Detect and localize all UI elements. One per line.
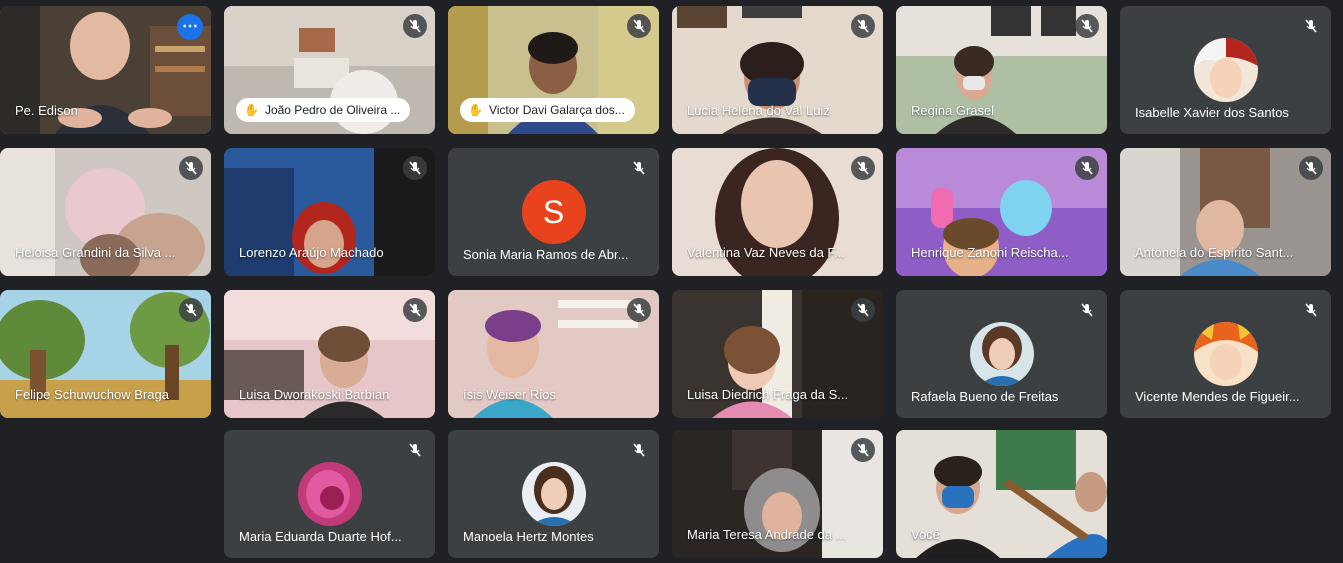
participant-tile[interactable]: Heloisa Grandini da Silva ...	[0, 148, 211, 276]
muted-mic-icon	[851, 156, 875, 180]
participant-name: Sonia Maria Ramos de Abr...	[463, 247, 629, 262]
participant-tile[interactable]: Lorenzo Araújo Machado	[224, 148, 435, 276]
participant-tile[interactable]: ✋ Victor Davi Galarça dos...	[448, 6, 659, 134]
participant-name: Pe. Edison	[15, 103, 78, 118]
participant-tile[interactable]: ✋ João Pedro de Oliveira ...	[224, 6, 435, 134]
participant-name: Heloisa Grandini da Silva ...	[15, 245, 176, 260]
participant-tile[interactable]: Felipe Schuwuchow Braga	[0, 290, 211, 418]
participant-tile[interactable]: Maria Eduarda Duarte Hof...	[224, 430, 435, 558]
participant-name: Valentina Vaz Neves da F...	[687, 245, 845, 260]
avatar: S	[521, 180, 586, 244]
participant-tile[interactable]: Luisa Dworakoski Barbian	[224, 290, 435, 418]
avatar	[1193, 38, 1258, 102]
participant-name: Luisa Diedrich Fraga da S...	[687, 387, 849, 402]
more-options-button[interactable]: ⋯	[177, 14, 203, 40]
muted-mic-icon	[851, 438, 875, 462]
participant-name: ísis Weiser Rios	[463, 387, 556, 402]
participant-tile[interactable]: Antonela do Espírito Sant...	[1120, 148, 1331, 276]
raised-hand-chip: ✋ João Pedro de Oliveira ...	[236, 98, 411, 122]
participant-name: Rafaela Bueno de Freitas	[911, 389, 1059, 404]
muted-mic-icon	[851, 14, 875, 38]
participant-tile[interactable]: Maria Teresa Andrade da ...	[672, 430, 883, 558]
participant-name: Victor Davi Galarça dos...	[488, 103, 625, 117]
participant-name: Lorenzo Araújo Machado	[239, 245, 384, 260]
participant-name: Felipe Schuwuchow Braga	[15, 387, 169, 402]
avatar-initial: S	[542, 193, 565, 230]
muted-mic-icon	[627, 156, 651, 180]
avatar	[1193, 322, 1258, 386]
raised-hand-icon: ✋	[468, 103, 483, 117]
participant-tile-self[interactable]: Você	[896, 430, 1107, 558]
muted-mic-icon	[403, 14, 427, 38]
muted-mic-icon	[1299, 14, 1323, 38]
participant-tile[interactable]: Isabelle Xavier dos Santos	[1120, 6, 1331, 134]
participant-name: João Pedro de Oliveira ...	[264, 103, 401, 117]
raised-hand-chip: ✋ Victor Davi Galarça dos...	[460, 98, 635, 122]
avatar	[969, 322, 1034, 386]
participant-tile[interactable]: Vicente Mendes de Figueir...	[1120, 290, 1331, 418]
muted-mic-icon	[1075, 298, 1099, 322]
raised-hand-icon: ✋	[244, 103, 259, 117]
participant-name: Antonela do Espírito Sant...	[1135, 245, 1294, 260]
participant-name: Manoela Hertz Montes	[463, 529, 594, 544]
muted-mic-icon	[1299, 156, 1323, 180]
participant-tile[interactable]: Lucia Helena do Val Luiz	[672, 6, 883, 134]
avatar	[297, 462, 362, 526]
participant-tile[interactable]: Henrique Zanoni Reischa...	[896, 148, 1107, 276]
muted-mic-icon	[1299, 298, 1323, 322]
muted-mic-icon	[851, 298, 875, 322]
participant-name: Regina Grasel	[911, 103, 995, 118]
participant-name: Henrique Zanoni Reischa...	[911, 245, 1069, 260]
participant-name: Vicente Mendes de Figueir...	[1135, 389, 1300, 404]
participant-tile[interactable]: Luisa Diedrich Fraga da S...	[672, 290, 883, 418]
participant-tile[interactable]: ísis Weiser Rios	[448, 290, 659, 418]
participant-tile[interactable]: Rafaela Bueno de Freitas	[896, 290, 1107, 418]
muted-mic-icon	[627, 298, 651, 322]
participant-tile[interactable]: Valentina Vaz Neves da F...	[672, 148, 883, 276]
participant-tile-pe-edison[interactable]: ⋯ Pe. Edison	[0, 6, 211, 134]
muted-mic-icon	[403, 298, 427, 322]
participant-tile[interactable]: Regina Grasel	[896, 6, 1107, 134]
participant-name: Lucia Helena do Val Luiz	[687, 103, 830, 118]
participant-tile[interactable]: S Sonia Maria Ramos de Abr...	[448, 148, 659, 276]
more-dots-icon: ⋯	[182, 18, 198, 35]
muted-mic-icon	[179, 156, 203, 180]
participant-grid: ⋯ Pe. Edison ✋ João Pedro de Oliveira ..…	[0, 0, 1343, 563]
participant-tile[interactable]: Manoela Hertz Montes	[448, 430, 659, 558]
participant-name: Maria Teresa Andrade da ...	[687, 527, 847, 542]
participant-name: Maria Eduarda Duarte Hof...	[239, 529, 402, 544]
participant-name: Isabelle Xavier dos Santos	[1135, 105, 1289, 120]
muted-mic-icon	[627, 438, 651, 462]
participant-name: Luisa Dworakoski Barbian	[239, 387, 390, 402]
muted-mic-icon	[1075, 14, 1099, 38]
muted-mic-icon	[627, 14, 651, 38]
muted-mic-icon	[179, 298, 203, 322]
muted-mic-icon	[403, 156, 427, 180]
avatar	[521, 462, 586, 526]
muted-mic-icon	[403, 438, 427, 462]
participant-name: Você	[911, 527, 940, 542]
muted-mic-icon	[1075, 156, 1099, 180]
